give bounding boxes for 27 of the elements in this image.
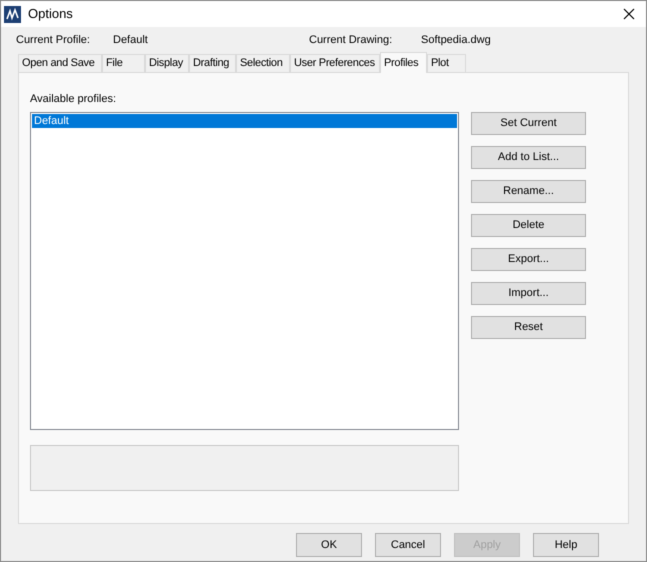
list-label: Available profiles: — [30, 92, 118, 107]
dialog-button[interactable]: Set Current — [471, 112, 586, 135]
tab[interactable]: File — [102, 54, 145, 72]
dialog-button[interactable]: Help — [533, 533, 599, 557]
dialog-button[interactable]: OK — [296, 533, 362, 557]
dialog-button[interactable]: Add to List... — [471, 146, 586, 169]
tab[interactable]: Drafting — [189, 54, 236, 72]
window-title: Options — [28, 5, 73, 24]
tab[interactable]: Profiles — [380, 52, 427, 73]
app-logo-icon — [4, 6, 21, 22]
field-value: Softpedia.dwg — [421, 33, 491, 48]
tab[interactable]: Display — [145, 54, 189, 72]
tab[interactable]: Selection — [236, 54, 290, 72]
field-value: Default — [113, 33, 149, 48]
dialog-button[interactable]: Delete — [471, 214, 586, 237]
field-label: Current Drawing: — [309, 33, 394, 48]
tab[interactable]: Plot — [427, 54, 466, 72]
dialog-button[interactable]: Cancel — [375, 533, 441, 557]
tab[interactable]: Open and Save — [18, 54, 102, 72]
dialog-button[interactable]: Reset — [471, 316, 586, 339]
dialog-button[interactable]: Export... — [471, 248, 586, 271]
field-label: Current Profile: — [16, 33, 91, 48]
tab[interactable]: User Preferences — [290, 54, 380, 72]
close-icon[interactable] — [623, 8, 635, 20]
list-item[interactable]: Default — [32, 114, 457, 128]
dialog-button[interactable]: Rename... — [471, 180, 586, 203]
dialog-button[interactable]: Import... — [471, 282, 586, 305]
